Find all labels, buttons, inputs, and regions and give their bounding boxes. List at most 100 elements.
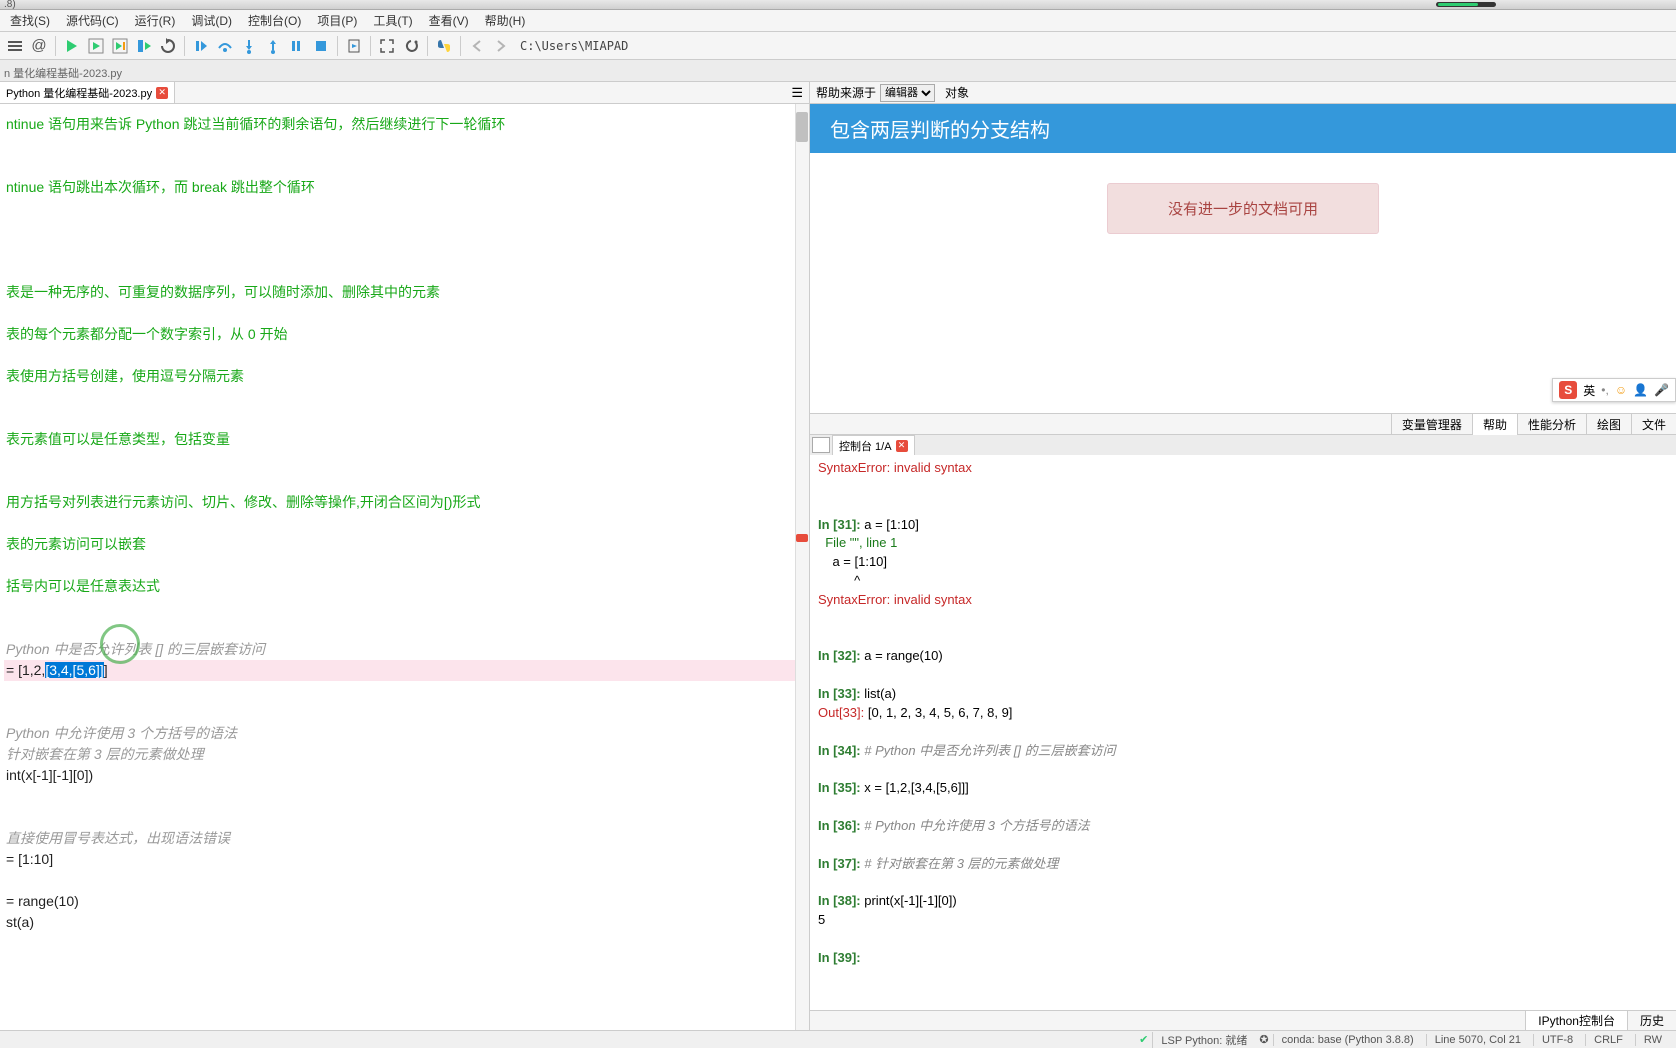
person-icon[interactable]: 👤 [1633,383,1648,397]
console-line: In [33]: list(a) [818,685,1668,704]
ime-extra: •, [1601,383,1609,397]
console-line [818,629,1668,648]
titlebar-text: .8) [4,0,16,10]
settings-icon[interactable] [400,35,422,57]
document-tabbar: n 量化编程基础-2023.py [0,60,1676,82]
help-body: 没有进一步的文档可用 [810,153,1676,413]
mic-icon[interactable]: 🎤 [1654,383,1669,397]
tab-files[interactable]: 文件 [1631,414,1676,435]
run-selection-button[interactable] [133,35,155,57]
console-tabs: 控制台 1/A ✕ [810,435,1676,455]
editor-tabs: Python 量化编程基础-2023.py ✕ ☰ [0,82,809,104]
editor-line [4,219,809,240]
status-lsp: LSP Python: 就绪 [1152,1032,1255,1048]
status-conda: conda: base (Python 3.8.8) [1273,1034,1422,1046]
nav-forward-button[interactable] [490,35,512,57]
python-icon[interactable] [433,35,455,57]
console-line: In [38]: print(x[-1][-1][0]) [818,892,1668,911]
ime-lang-label[interactable]: 英 [1583,382,1595,399]
console-line [818,497,1668,516]
status-lsp-icon: ✔ [1139,1033,1148,1046]
console-line: ^ [818,572,1668,591]
menu-project[interactable]: 项目(P) [309,10,365,31]
help-title: 包含两层判断的分支结构 [810,104,1676,153]
console-line: Out[33]: [0, 1, 2, 3, 4, 5, 6, 7, 8, 9] [818,704,1668,723]
nav-back-button[interactable] [466,35,488,57]
document-tab[interactable]: n 量化编程基础-2023.py [4,65,122,81]
editor-line: 表的每个元素都分配一个数字索引，从 0 开始 [4,324,809,345]
editor-line [4,786,809,807]
console-line [818,836,1668,855]
tab-plots[interactable]: 绘图 [1586,414,1631,435]
working-directory-path[interactable]: C:\Users\MIAPAD [514,37,1672,55]
close-icon[interactable]: ✕ [156,87,168,99]
tab-profiler[interactable]: 性能分析 [1517,414,1586,435]
titlebar-gauge-icon [1436,2,1496,7]
help-no-doc-message: 没有进一步的文档可用 [1107,183,1379,234]
editor-line: 括号内可以是任意表达式 [4,576,809,597]
editor-line: Python 中是否允许列表 [] 的三层嵌套访问 [4,639,809,660]
stop-button[interactable] [310,35,332,57]
run-again-button[interactable] [157,35,179,57]
tab-ipython-console[interactable]: IPython控制台 [1525,1011,1627,1030]
menu-source[interactable]: 源代码(C) [58,10,127,31]
toolbar-separator [184,36,185,56]
ime-input-method-bar[interactable]: S 英 •, ☺ 👤 🎤 [1552,378,1676,402]
editor-pane: Python 量化编程基础-2023.py ✕ ☰ ntinue 语句用来告诉 … [0,82,810,1030]
smiley-icon[interactable]: ☺ [1615,383,1627,397]
editor-line [4,618,809,639]
editor-line: Python 中允许使用 3 个方括号的语法 [4,723,809,744]
right-pane: 帮助来源于 编辑器 对象 包含两层判断的分支结构 没有进一步的文档可用 变量管理… [810,82,1676,1030]
editor-line [4,240,809,261]
editor-line [4,702,809,723]
editor-line: 表使用方括号创建，使用逗号分隔元素 [4,366,809,387]
continue-button[interactable] [286,35,308,57]
editor-tab-label: Python 量化编程基础-2023.py [6,85,152,101]
menu-tools[interactable]: 工具(T) [365,10,420,31]
run-button[interactable] [61,35,83,57]
editor-tab-active[interactable]: Python 量化编程基础-2023.py ✕ [0,82,175,103]
maximize-icon[interactable] [376,35,398,57]
ipython-console[interactable]: SyntaxError: invalid syntax In [31]: a =… [810,455,1676,1010]
editor-line [4,450,809,471]
editor-line: = [1:10] [4,849,809,870]
step-over-button[interactable] [214,35,236,57]
tab-help[interactable]: 帮助 [1472,414,1517,435]
step-into-button[interactable] [238,35,260,57]
menu-help[interactable]: 帮助(H) [477,10,534,31]
debug-file-button[interactable] [343,35,365,57]
console-line: In [37]: # 针对嵌套在第 3 层的元素做处理 [818,855,1668,874]
toolbar-separator [370,36,371,56]
console-line [818,798,1668,817]
console-tab-active[interactable]: 控制台 1/A ✕ [832,435,915,455]
editor-line: = [1,2,[3,4,[5,6]]] [4,660,809,681]
help-source-dropdown[interactable]: 编辑器 [880,84,935,102]
menu-console[interactable]: 控制台(O) [240,10,309,31]
toolbar-separator [55,36,56,56]
sogou-icon[interactable]: S [1559,381,1577,399]
debug-start-button[interactable] [190,35,212,57]
close-icon[interactable]: ✕ [896,440,908,452]
toolbar-lines-icon[interactable] [4,35,26,57]
editor-line [4,261,809,282]
menu-find[interactable]: 查找(S) [2,10,58,31]
menu-run[interactable]: 运行(R) [127,10,184,31]
bottom-tabs: IPython控制台 历史 [810,1010,1676,1030]
menu-view[interactable]: 查看(V) [421,10,477,31]
help-header: 帮助来源于 编辑器 对象 [810,82,1676,104]
run-cell-button[interactable] [85,35,107,57]
code-editor[interactable]: ntinue 语句用来告诉 Python 跳过当前循环的剩余语句，然后继续进行下… [0,104,809,1030]
editor-line: int(x[-1][-1][0]) [4,765,809,786]
step-out-button[interactable] [262,35,284,57]
menu-debug[interactable]: 调试(D) [183,10,240,31]
tab-variable-explorer[interactable]: 变量管理器 [1391,414,1472,435]
editor-line [4,870,809,891]
console-window-icon[interactable] [812,437,830,453]
editor-line: 表元素值可以是任意类型，包括变量 [4,429,809,450]
editor-line: 用方括号对列表进行元素访问、切片、修改、删除等操作,开闭合区间为[)形式 [4,492,809,513]
toolbar-at-icon[interactable]: @ [28,35,50,57]
editor-scrollbar[interactable] [795,104,809,1030]
run-cell-advance-button[interactable] [109,35,131,57]
hamburger-icon[interactable]: ☰ [785,83,809,103]
tab-history[interactable]: 历史 [1627,1011,1676,1030]
